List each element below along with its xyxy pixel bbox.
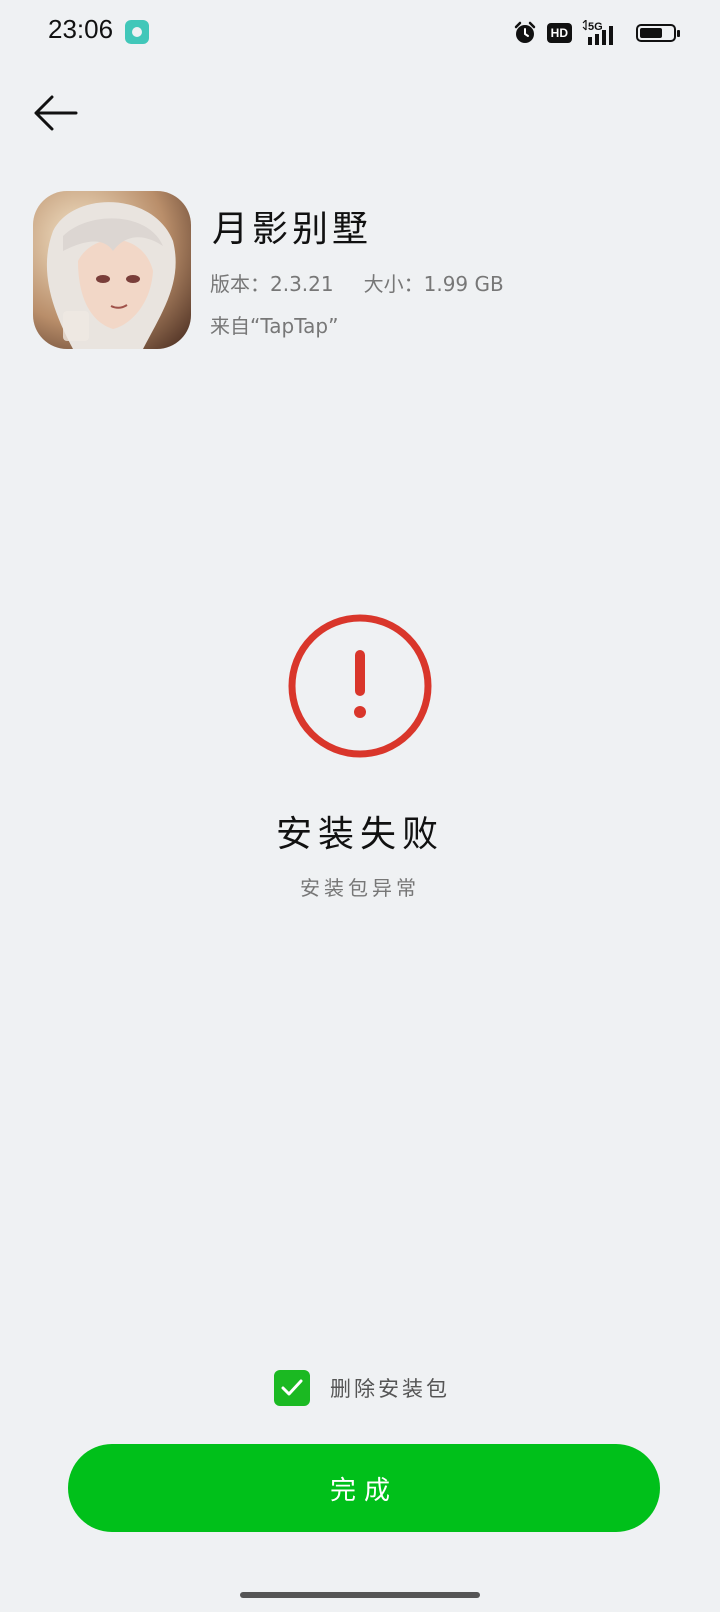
- home-indicator[interactable]: [240, 1592, 480, 1598]
- result-reason: 安装包异常: [300, 876, 420, 900]
- delete-package-checkbox[interactable]: [274, 1370, 310, 1406]
- notification-app-icon: [125, 20, 149, 44]
- status-bar: 23:06 HD 5G: [0, 0, 720, 64]
- result-title: 安装失败: [275, 814, 444, 855]
- battery-icon: [636, 24, 680, 42]
- error-icon: [288, 614, 432, 758]
- check-icon: [281, 1379, 303, 1396]
- status-time: 23:06: [48, 14, 114, 44]
- app-icon: [33, 191, 191, 349]
- status-icons: HD 5G: [513, 18, 680, 48]
- alarm-icon: [514, 21, 535, 43]
- delete-package-option[interactable]: 删除安装包: [274, 1370, 450, 1406]
- back-button[interactable]: [30, 90, 80, 136]
- app-version: 版本：2.3.21: [210, 272, 334, 296]
- cellular-signal-icon: 5G: [582, 20, 613, 45]
- app-name: 月影别墅: [212, 209, 373, 250]
- hd-badge: HD: [546, 23, 572, 43]
- app-icon-artwork: [33, 191, 191, 349]
- done-button[interactable]: 完成: [68, 1444, 660, 1532]
- back-arrow-icon: [34, 95, 78, 131]
- app-source: 来自“TapTap”: [210, 314, 339, 338]
- app-meta: 版本：2.3.21 大小：1.99 GB: [210, 268, 504, 297]
- network-type-label: 5G: [588, 21, 603, 33]
- app-size: 大小：1.99 GB: [363, 272, 504, 296]
- delete-package-label: 删除安装包: [330, 1377, 450, 1401]
